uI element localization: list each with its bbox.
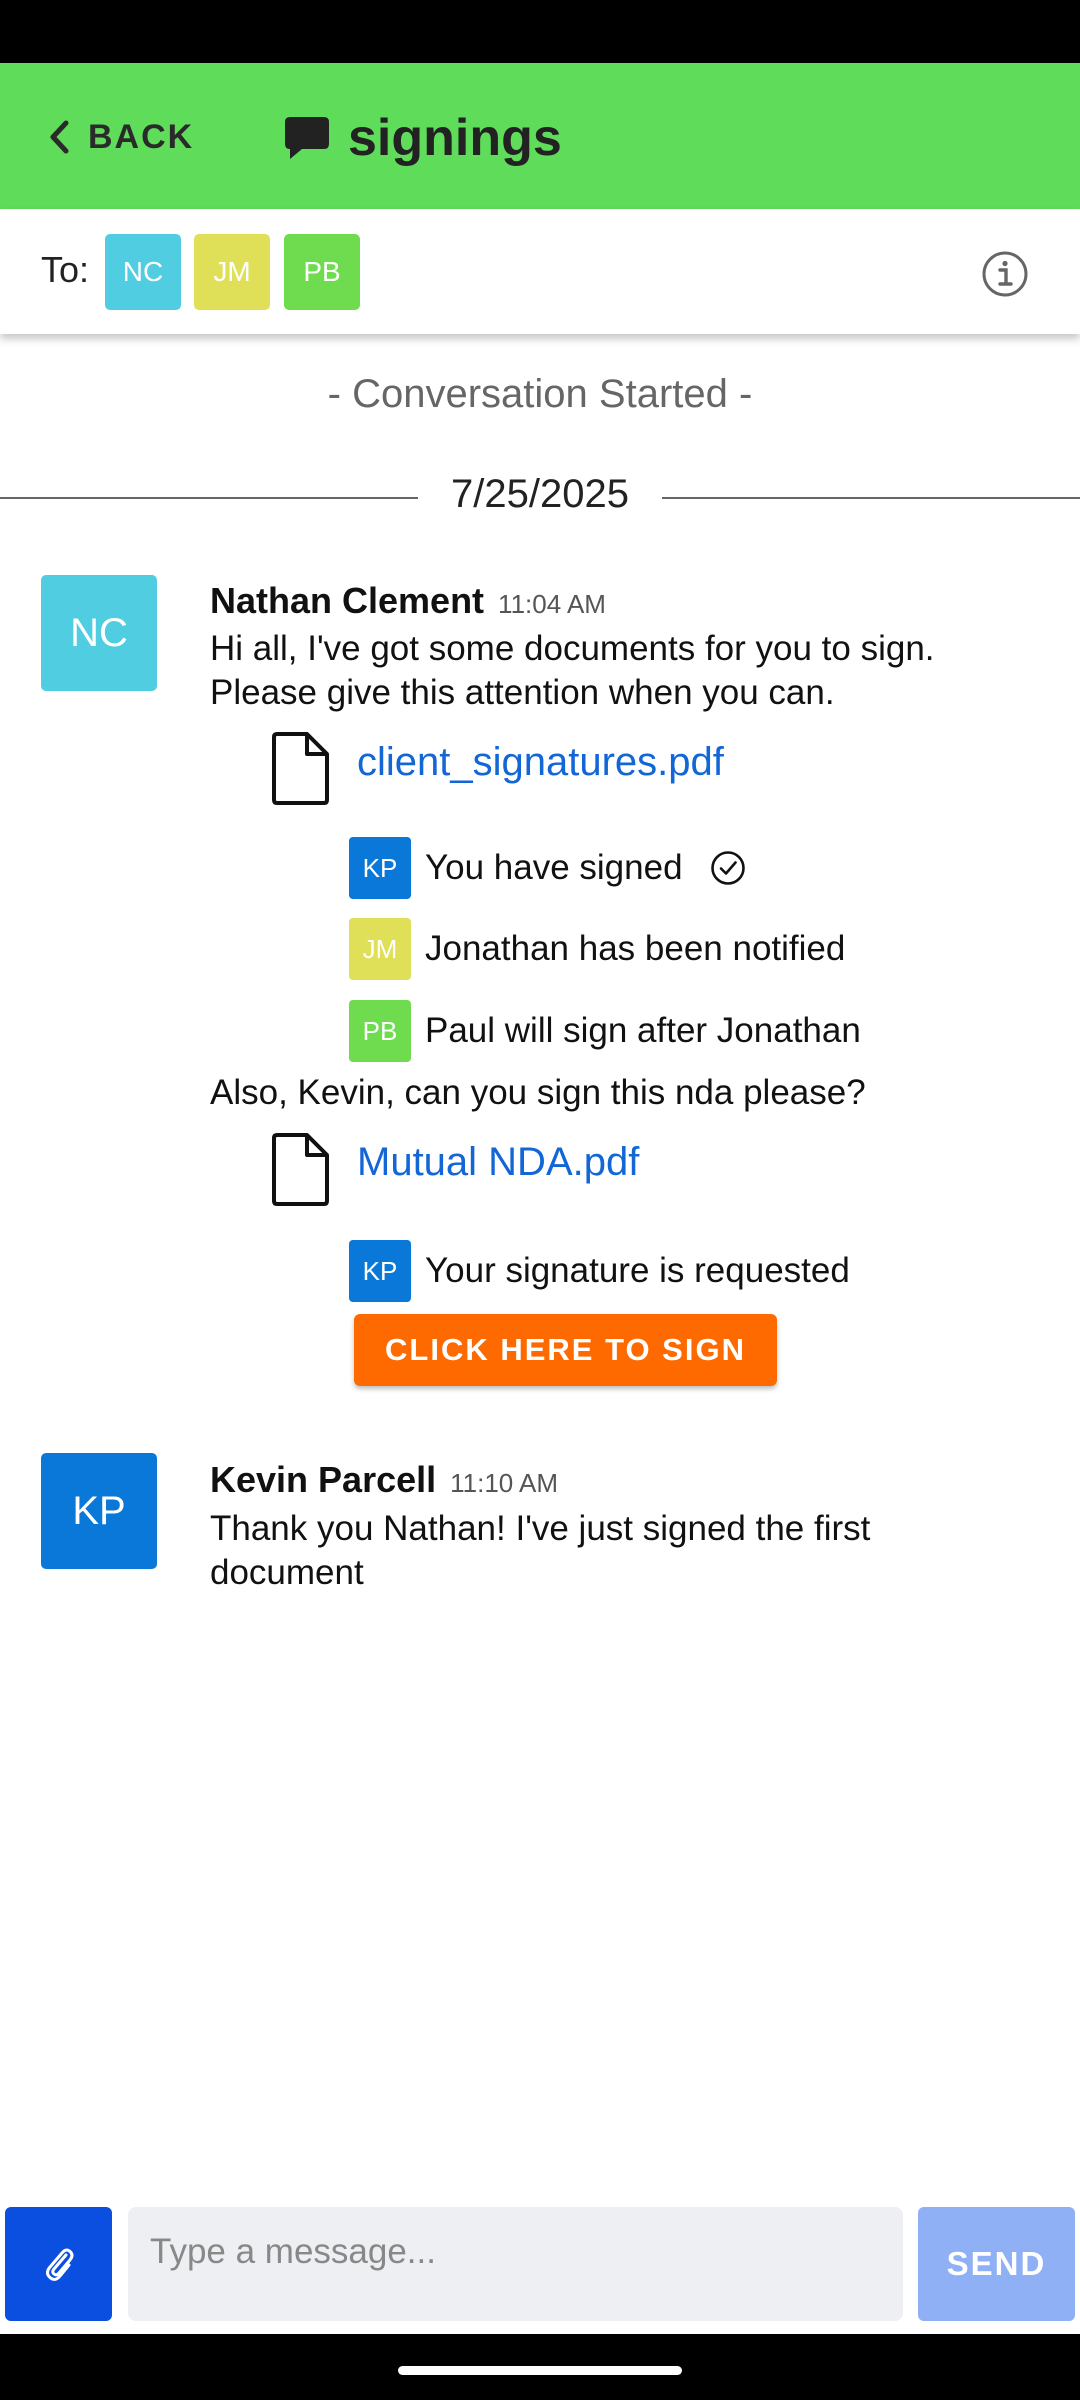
- file-icon[interactable]: [271, 730, 331, 806]
- check-circle-icon: [710, 851, 745, 885]
- message-time: 11:04 AM: [498, 589, 606, 619]
- signature-status-text: Your signature is requested: [425, 1251, 850, 1290]
- recipients-bar: To: NC JM PB: [0, 209, 1080, 334]
- status-bar: [0, 0, 1080, 63]
- info-icon[interactable]: [980, 249, 1030, 299]
- message-header: Kevin Parcell 11:10 AM: [210, 1459, 558, 1501]
- sender-name: Nathan Clement: [210, 580, 485, 621]
- to-label: To:: [41, 249, 90, 290]
- signature-status-row: KP You have signed: [349, 837, 747, 899]
- message-text: Thank you Nathan! I've just signed the f…: [210, 1507, 870, 1595]
- signature-status-row: JM Jonathan has been notified: [349, 918, 845, 980]
- signer-chip: JM: [349, 918, 411, 980]
- attachment-link[interactable]: Mutual NDA.pdf: [357, 1140, 639, 1185]
- date-label: 7/25/2025: [451, 472, 629, 516]
- recipient-chip-jm[interactable]: JM: [194, 234, 270, 310]
- paperclip-icon: [45, 2248, 73, 2281]
- message-line: Thank you Nathan! I've just signed the f…: [210, 1509, 871, 1548]
- chevron-left-icon: [50, 120, 69, 154]
- back-button[interactable]: BACK: [44, 107, 194, 167]
- signature-status-row: PB Paul will sign after Jonathan: [349, 1000, 861, 1062]
- recipient-chip-pb[interactable]: PB: [284, 234, 360, 310]
- signer-chip: PB: [349, 1000, 411, 1062]
- app-header: BACK signings: [0, 63, 1080, 209]
- attachment-link[interactable]: client_signatures.pdf: [357, 740, 724, 785]
- conversation-started-label: - Conversation Started -: [327, 372, 753, 416]
- message-line: Please give this attention when you can.: [210, 673, 835, 712]
- avatar[interactable]: NC: [41, 575, 157, 691]
- signature-status-text: You have signed: [425, 848, 683, 887]
- signer-chip: KP: [349, 1240, 411, 1302]
- home-indicator[interactable]: [398, 2366, 682, 2375]
- recipient-chip-nc[interactable]: NC: [105, 234, 181, 310]
- message-line: Hi all, I've got some documents for you …: [210, 629, 935, 668]
- message-text: Also, Kevin, can you sign this nda pleas…: [210, 1073, 866, 1112]
- message-header: Nathan Clement 11:04 AM: [210, 580, 606, 622]
- message-composer: SEND: [0, 2190, 1080, 2334]
- back-label: BACK: [88, 117, 195, 156]
- signature-status-row: KP Your signature is requested: [349, 1240, 850, 1302]
- page-title: signings: [348, 109, 562, 167]
- message-input[interactable]: [128, 2207, 903, 2321]
- message-time: 11:10 AM: [450, 1468, 559, 1498]
- sender-name: Kevin Parcell: [210, 1459, 437, 1500]
- message-text: Hi all, I've got some documents for you …: [210, 627, 935, 715]
- file-icon[interactable]: [271, 1131, 331, 1207]
- message-line: document: [210, 1553, 364, 1592]
- conversation-title: signings: [282, 103, 562, 173]
- avatar[interactable]: KP: [41, 1453, 157, 1569]
- sign-document-button[interactable]: CLICK HERE TO SIGN: [354, 1314, 777, 1386]
- navigation-bar: [0, 2334, 1080, 2400]
- signer-chip: KP: [349, 837, 411, 899]
- date-divider: 7/25/2025: [0, 468, 1080, 528]
- send-button[interactable]: SEND: [918, 2207, 1075, 2321]
- attach-button[interactable]: [5, 2207, 112, 2321]
- signature-status-text: Jonathan has been notified: [425, 929, 846, 968]
- signature-status-text: Paul will sign after Jonathan: [425, 1011, 861, 1050]
- chat-bubble-icon: [285, 117, 329, 159]
